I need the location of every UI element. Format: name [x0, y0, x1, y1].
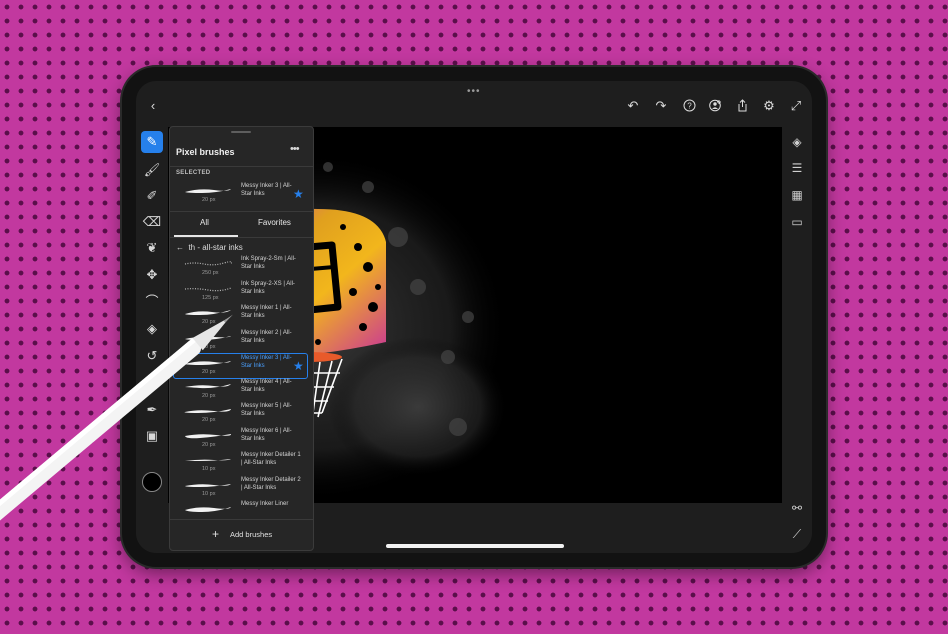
brush-name: Messy Inker Detailer 1 | All-Star Inks	[241, 452, 301, 466]
brush-stroke-preview	[185, 433, 232, 438]
brush-stroke-preview	[185, 383, 231, 388]
brush-stroke-preview	[184, 286, 232, 291]
add-brushes-button[interactable]: + Add brushes	[170, 519, 313, 550]
eyedropper-icon[interactable]: ✒	[141, 399, 163, 421]
brush-tool-icon[interactable]: ✎	[141, 131, 163, 153]
tab-all[interactable]: All	[200, 218, 209, 227]
brush-name: Messy Inker 4 | All-Star Inks	[241, 378, 292, 393]
divider	[170, 237, 313, 238]
selected-brush[interactable]: 20 px Messy Inker 3 | All-Star Inks ★	[174, 182, 309, 206]
brush-list-item[interactable]: 125 px Ink Spray-2-XS | All-Star Inks	[174, 280, 309, 304]
selected-heading: SELECTED	[176, 170, 211, 176]
brush-name: Messy Inker 3 | All-Star Inks	[241, 183, 292, 197]
app-screen: ••• ‹ ↶ ↷ ? ⚙ ⤢ ✎ 🖌 ✐ ⌫ ❦ ✥ ⌒ ◈ ↺ ✒ ▣ ◈ …	[136, 81, 812, 553]
brush-size: 20 px	[202, 441, 216, 448]
brush-stroke-preview	[185, 483, 231, 487]
eraser-icon[interactable]: ⌫	[141, 211, 163, 233]
tablet-frame: ••• ‹ ↶ ↷ ? ⚙ ⤢ ✎ 🖌 ✐ ⌫ ❦ ✥ ⌒ ◈ ↺ ✒ ▣ ◈ …	[122, 67, 826, 567]
brush-stroke-preview	[185, 507, 231, 512]
back-arrow-icon: ←	[176, 243, 184, 252]
brush-tabs: All Favorites	[170, 211, 313, 237]
favorite-star-icon[interactable]: ★	[293, 359, 304, 373]
liquify-icon[interactable]: ❦	[141, 237, 163, 259]
brush-stroke-preview	[184, 261, 232, 266]
brush-list-item[interactable]: 20 px Messy Inker 2 | All-Star Inks	[174, 329, 309, 353]
layers-icon[interactable]: ◈	[790, 135, 804, 149]
brush-stroke-preview	[185, 361, 231, 365]
invite-user-icon[interactable]	[708, 99, 722, 113]
brush-name: Messy Inker 2 | All-Star Inks	[241, 329, 292, 344]
tab-favorites[interactable]: Favorites	[258, 218, 291, 227]
undo-history-icon[interactable]: ↺	[141, 345, 163, 367]
brush-set-back[interactable]: ← th - all-star inks	[176, 243, 243, 252]
layer-properties-icon[interactable]: ☰	[790, 161, 804, 175]
ruler-icon[interactable]: ⟋	[790, 527, 804, 541]
brush-stroke-preview	[185, 189, 231, 193]
brush-name: Ink Spray-2-Sm | All-Star Inks	[241, 256, 296, 270]
touch-shortcut-icon[interactable]: ⚯	[790, 501, 804, 515]
brush-size: 20 px	[202, 369, 216, 375]
brush-size: 20 px	[202, 392, 216, 399]
right-toolbar: ◈ ☰ ▦ ▭ ⚯ ⟋	[782, 127, 812, 553]
fill-icon[interactable]: ◈	[141, 318, 163, 340]
brush-name: Messy Inker 6 | All-Star Inks	[241, 427, 292, 442]
brush-list-item[interactable]: 20 px Messy Inker 3 | All-Star Inks ★	[173, 353, 308, 379]
brush-name: Messy Inker Liner	[241, 501, 289, 507]
place-image-icon[interactable]: ▣	[141, 425, 163, 447]
more-options-icon[interactable]: •••	[290, 143, 300, 155]
pixel-brushes-panel: Pixel brushes ••• SELECTED 20 px Messy I…	[169, 126, 314, 551]
brush-name: Messy Inker 1 | All-Star Inks	[241, 305, 292, 319]
brush-name: Messy Inker Detailer 2 | All-Star Inks	[241, 476, 301, 491]
brush-name: Messy Inker 3 | All-Star Inks	[241, 355, 292, 369]
plus-icon: +	[212, 527, 220, 541]
brush-size: 20 px	[202, 417, 216, 423]
add-brushes-label: Add brushes	[230, 530, 273, 539]
brush-list-item[interactable]: 10 px Messy Inker Detailer 1 | All-Star I…	[174, 451, 309, 475]
divider	[170, 166, 313, 167]
brush-list-item[interactable]: 20 px Messy Inker 6 | All-Star Inks	[174, 427, 309, 451]
brush-stroke-preview	[184, 409, 231, 413]
brush-list-item[interactable]: 250 px Ink Spray-2-Sm | All-Star Inks	[174, 255, 309, 279]
brush-set-name: th - all-star inks	[188, 243, 243, 252]
top-bar: ‹ ↶ ↷ ? ⚙ ⤢	[136, 81, 812, 127]
settings-gear-icon[interactable]: ⚙	[762, 99, 776, 113]
redo-icon[interactable]: ↷	[654, 99, 668, 113]
panel-grip[interactable]	[231, 131, 251, 133]
transform-icon[interactable]: ✥	[141, 264, 163, 286]
brush-list-item[interactable]: 20 px Messy Inker 5 | All-Star Inks	[174, 402, 309, 426]
brush-name: Messy Inker 5 | All-Star Inks	[241, 403, 292, 417]
svg-text:?: ?	[687, 101, 692, 110]
brush-list-item[interactable]: 20 px Messy Inker 4 | All-Star Inks	[174, 378, 309, 402]
home-indicator[interactable]	[386, 544, 564, 548]
comments-icon[interactable]: ▭	[790, 215, 804, 229]
brush-size: 10 px	[202, 466, 216, 472]
brush-size: 20 px	[202, 197, 216, 203]
help-icon[interactable]: ?	[682, 99, 696, 113]
brush-size: 250 px	[202, 270, 219, 276]
undo-icon[interactable]: ↶	[626, 99, 640, 113]
brush-list-item[interactable]: 10 px Messy Inker Detailer 2 | All-Star I…	[174, 476, 309, 500]
brush-stroke-preview	[185, 310, 231, 315]
brush-size: 125 px	[202, 294, 219, 301]
adjustments-icon[interactable]: ▦	[790, 188, 804, 202]
current-color-swatch[interactable]	[142, 472, 162, 492]
back-chevron-icon[interactable]: ‹	[146, 99, 160, 113]
favorite-star-icon[interactable]: ★	[293, 187, 304, 201]
share-icon[interactable]	[735, 99, 749, 113]
left-toolbar: ✎ 🖌 ✐ ⌫ ❦ ✥ ⌒ ◈ ↺ ✒ ▣	[136, 127, 168, 553]
brush-size: 10 px	[202, 490, 216, 497]
brush-stroke-preview	[185, 335, 231, 340]
brush-name: Ink Spray-2-XS | All-Star Inks	[241, 280, 295, 295]
brush-stroke-preview	[185, 459, 231, 461]
brush-size: 20 px	[202, 319, 216, 325]
smudge-brush-icon[interactable]: 🖌	[141, 159, 163, 181]
panel-title: Pixel brushes	[176, 147, 235, 157]
mixer-brush-icon[interactable]: ✐	[141, 185, 163, 207]
lasso-select-icon[interactable]: ⌒	[141, 291, 163, 313]
fullscreen-icon[interactable]: ⤢	[789, 99, 803, 113]
brush-size: 20 px	[202, 343, 216, 350]
brush-list-item[interactable]: 20 px Messy Inker 1 | All-Star Inks	[174, 304, 309, 328]
